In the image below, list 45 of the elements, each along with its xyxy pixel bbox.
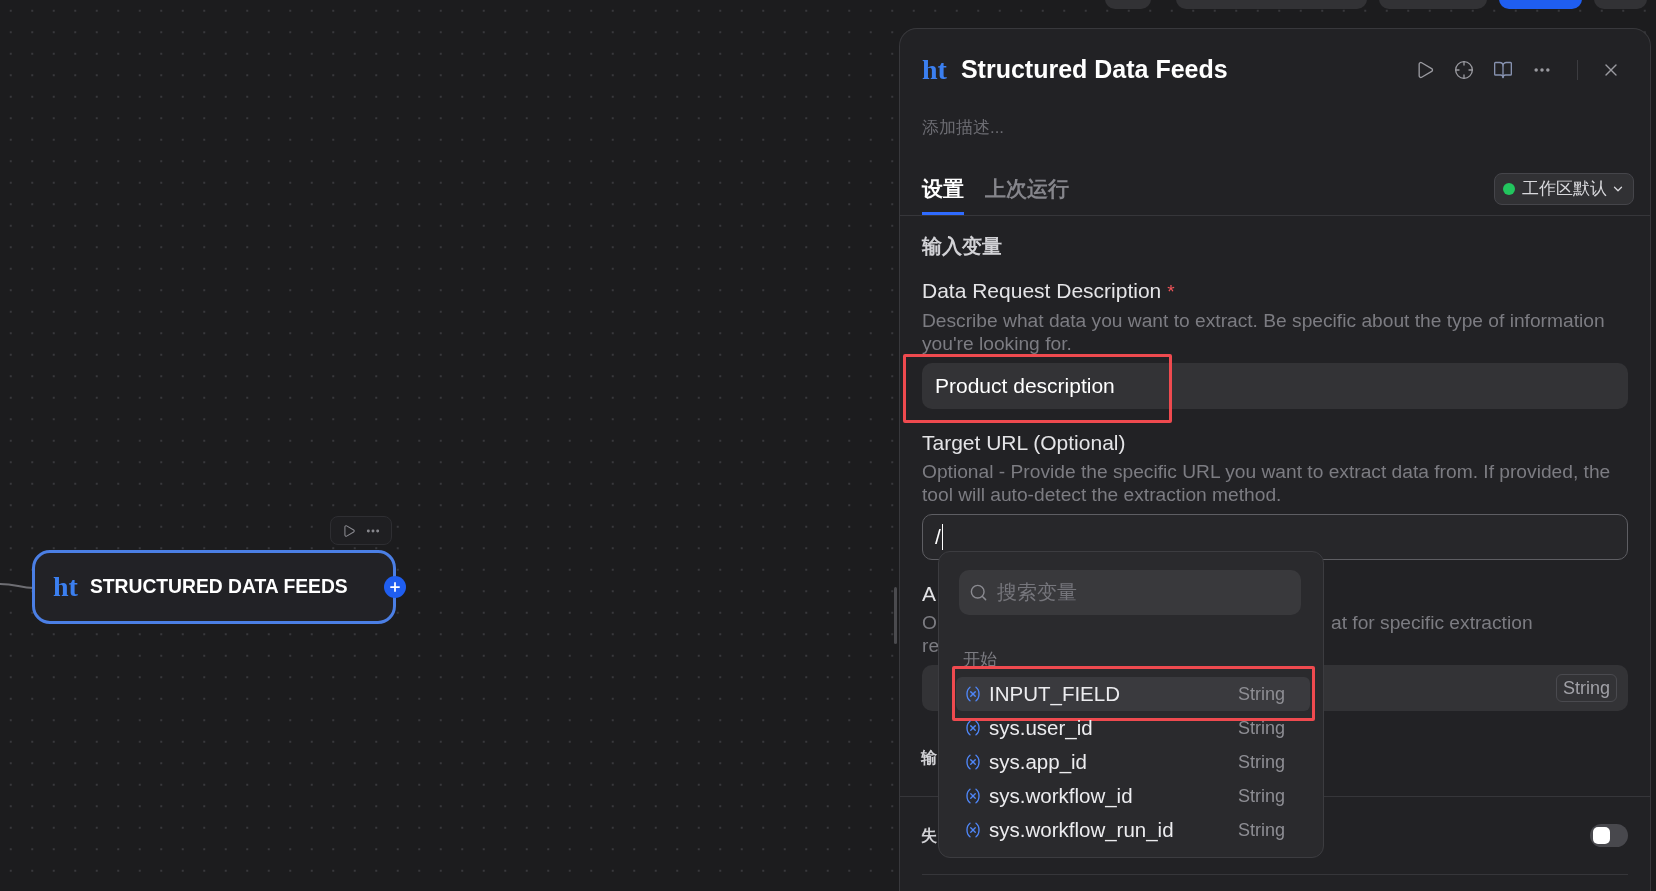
field-description: at for specific extraction bbox=[1331, 611, 1533, 634]
variable-item[interactable]: sys.workflow_run_id String bbox=[956, 813, 1310, 847]
tab[interactable]: 设置 bbox=[922, 168, 964, 215]
variable-item[interactable]: sys.workflow_id String bbox=[956, 779, 1310, 813]
variable-item[interactable]: INPUT_FIELD String bbox=[956, 677, 1310, 711]
play-icon[interactable] bbox=[341, 523, 356, 538]
field-label: A bbox=[922, 581, 936, 607]
field-description: Describe what data you want to extract. Be specific about the type of information you're looking for. bbox=[922, 309, 1606, 355]
text-cursor-icon bbox=[941, 524, 944, 550]
variable-icon bbox=[964, 719, 982, 737]
node-title: STRUCTURED DATA FEEDS bbox=[89, 574, 348, 599]
text-input[interactable]: Product description bbox=[922, 363, 1628, 409]
field-label: Target URL (Optional) bbox=[922, 430, 1126, 456]
required-mark: * bbox=[1167, 280, 1175, 304]
panel-title: Structured Data Feeds bbox=[960, 54, 1228, 86]
node-logo: ht bbox=[922, 56, 947, 84]
description-field[interactable]: 添加描述... bbox=[922, 116, 1222, 140]
workflow-node[interactable]: ht STRUCTURED DATA FEEDS bbox=[32, 550, 396, 624]
search-icon bbox=[969, 583, 988, 602]
variable-icon bbox=[964, 685, 982, 703]
crosshair-icon[interactable] bbox=[1454, 60, 1474, 80]
variable-icon bbox=[964, 787, 982, 805]
field-description: re bbox=[922, 634, 940, 657]
retry-label: 失 bbox=[921, 825, 937, 846]
book-icon[interactable] bbox=[1493, 60, 1513, 80]
field-description: Optional - Provide the specific URL you want to extract data from. If provided, the tool will auto-detect the extraction method. bbox=[922, 460, 1612, 506]
node-logo: ht bbox=[53, 573, 78, 601]
resize-handle[interactable] bbox=[894, 587, 897, 644]
variable-icon bbox=[964, 821, 982, 839]
section-heading: 输 bbox=[921, 748, 937, 768]
workspace-selector[interactable]: 工作区默认 bbox=[1494, 173, 1634, 205]
tab[interactable]: 上次运行 bbox=[985, 168, 1069, 215]
text-input[interactable]: / bbox=[922, 514, 1628, 560]
section-heading: 输入变量 bbox=[922, 234, 1002, 258]
field-label: Data Request Description bbox=[922, 278, 1162, 304]
edge-line bbox=[0, 582, 34, 591]
search-field[interactable]: 搜索变量 bbox=[959, 570, 1301, 615]
field-description: O bbox=[922, 611, 937, 634]
variable-item[interactable]: sys.user_id String bbox=[956, 711, 1310, 745]
retry-toggle[interactable] bbox=[1590, 824, 1628, 847]
variable-icon bbox=[964, 753, 982, 771]
plus-icon bbox=[388, 580, 402, 594]
variable-item[interactable]: sys.app_id String bbox=[956, 745, 1310, 779]
add-node-button[interactable] bbox=[384, 576, 406, 598]
type-badge: String bbox=[1555, 674, 1617, 702]
